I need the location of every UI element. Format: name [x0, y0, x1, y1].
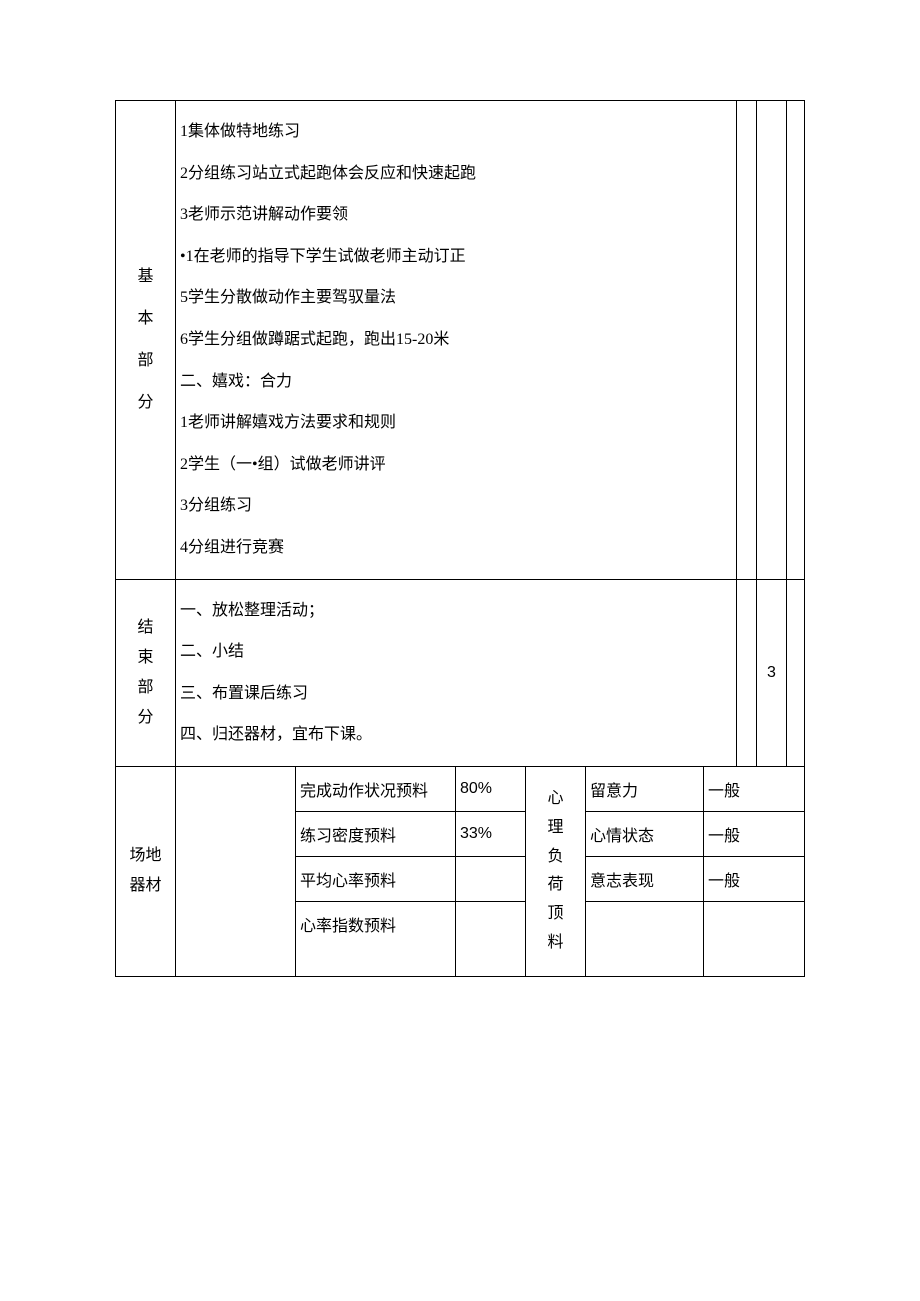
metric-value [456, 901, 526, 976]
label-char: 顶 [530, 900, 581, 929]
metric-label: 练习密度预料 [296, 811, 456, 856]
label-char: 基 [116, 269, 175, 285]
label-char: 分 [116, 710, 175, 726]
narrow-col-1 [737, 101, 757, 580]
field-equipment-label: 场地 器材 [116, 766, 176, 976]
label-char: 束 [116, 650, 175, 666]
label-char: 荷 [530, 871, 581, 900]
metric-label: 平均心率预料 [296, 856, 456, 901]
psych-item-label: 意志表现 [586, 856, 704, 901]
section-basic-content: 1集体做特地练习 2分组练习站立式起跑体会反应和快速起跑 3老师示范讲解动作要领… [176, 101, 737, 580]
end-duration: 3 [757, 579, 787, 766]
narrow-col-1b [737, 579, 757, 766]
content-line: 2学生（一•组）试做老师讲评 [180, 444, 732, 486]
label-char: 理 [530, 814, 581, 843]
field-equipment-content [176, 766, 296, 976]
label-char: 器材 [120, 878, 171, 894]
psych-item-label [586, 901, 704, 976]
label-char: 分 [116, 395, 175, 411]
psych-item-value: 一般 [704, 766, 805, 811]
metric-value: 33% [456, 811, 526, 856]
label-char: 部 [116, 353, 175, 369]
psych-load-label: 心 理 负 荷 顶 料 [526, 766, 586, 976]
content-line: 5学生分散做动作主要驾驭量法 [180, 277, 732, 319]
metric-value [456, 856, 526, 901]
label-char: 负 [530, 843, 581, 872]
label-char: 本 [116, 311, 175, 327]
content-line: 四、归还器材，宜布下课。 [180, 714, 732, 756]
label-char: 料 [530, 929, 581, 958]
content-line: 三、布置课后练习 [180, 673, 732, 715]
label-char: 场地 [120, 848, 171, 864]
content-line: 3分组练习 [180, 485, 732, 527]
lesson-plan-table: 基 本 部 分 1集体做特地练习 2分组练习站立式起跑体会反应和快速起跑 3老师… [115, 100, 805, 977]
narrow-col-3b [787, 579, 805, 766]
narrow-col-3 [787, 101, 805, 580]
content-line: 一、放松整理活动； [180, 590, 732, 632]
psych-item-label: 留意力 [586, 766, 704, 811]
section-basic-label: 基 本 部 分 [116, 101, 176, 580]
metric-label: 心率指数预料 [296, 901, 456, 976]
psych-item-value: 一般 [704, 856, 805, 901]
narrow-col-2 [757, 101, 787, 580]
content-line: 1集体做特地练习 [180, 111, 732, 153]
section-end-content: 一、放松整理活动； 二、小结 三、布置课后练习 四、归还器材，宜布下课。 [176, 579, 737, 766]
psych-item-value [704, 901, 805, 976]
metric-value: 80% [456, 766, 526, 811]
content-line: 二、小结 [180, 631, 732, 673]
label-char: 心 [530, 785, 581, 814]
content-line: 6学生分组做蹲踞式起跑，跑出15-20米 [180, 319, 732, 361]
psych-item-label: 心情状态 [586, 811, 704, 856]
metric-label: 完成动作状况预料 [296, 766, 456, 811]
label-char: 结 [116, 620, 175, 636]
section-end-label: 结 束 部 分 [116, 579, 176, 766]
label-char: 部 [116, 680, 175, 696]
content-line: 2分组练习站立式起跑体会反应和快速起跑 [180, 153, 732, 195]
psych-item-value: 一般 [704, 811, 805, 856]
content-line: 二、嬉戏：合力 [180, 361, 732, 403]
content-line: 3老师示范讲解动作要领 [180, 194, 732, 236]
content-line: •1在老师的指导下学生试做老师主动订正 [180, 236, 732, 278]
content-line: 1老师讲解嬉戏方法要求和规则 [180, 402, 732, 444]
content-line: 4分组进行竞赛 [180, 527, 732, 569]
